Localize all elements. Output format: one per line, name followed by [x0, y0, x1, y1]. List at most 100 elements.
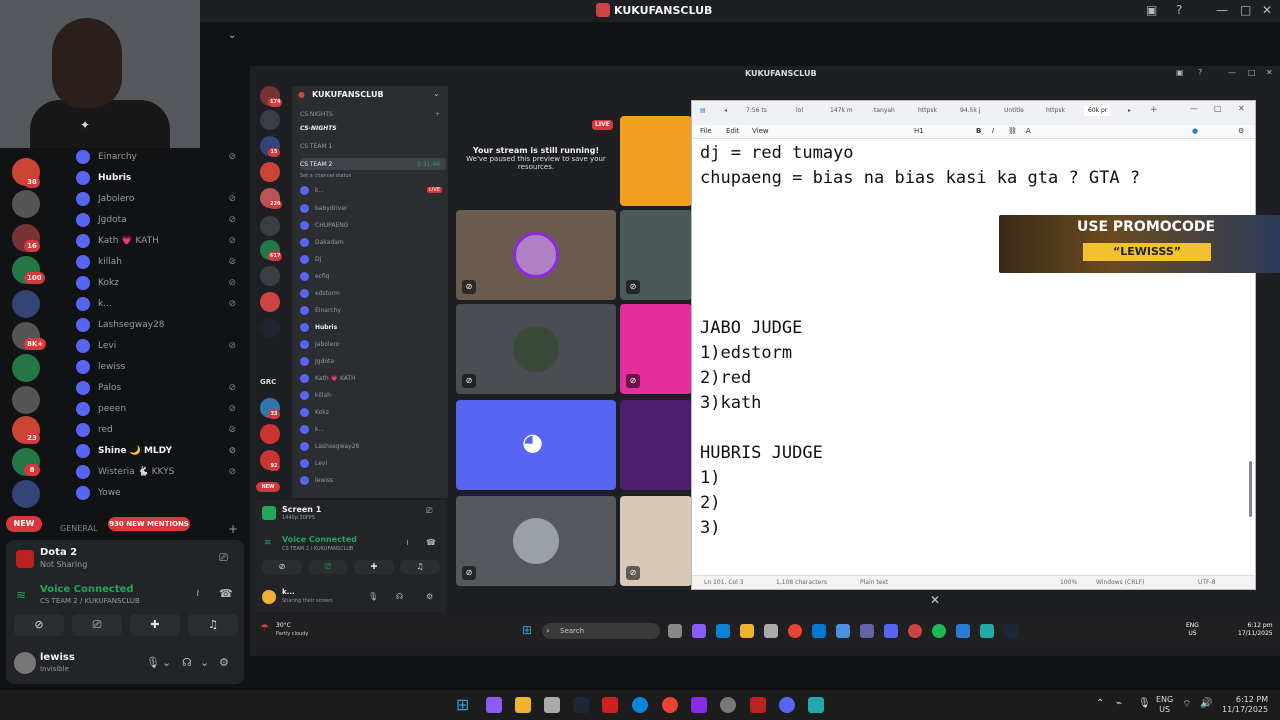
server-grc[interactable]: GRC	[260, 378, 276, 386]
soundboard-button[interactable]: ♫	[188, 614, 238, 636]
member-item[interactable]: Kath 💗 KATH ⊘	[76, 231, 246, 251]
tab[interactable]: Untitle	[1004, 107, 1024, 114]
headphones-icon[interactable]: ☊	[396, 592, 403, 601]
new-badge[interactable]: NEW	[256, 482, 280, 492]
channel-item[interactable]: CS TEAM 1	[300, 140, 446, 152]
voice-member[interactable]: k...	[300, 423, 446, 435]
obs-icon[interactable]	[691, 697, 707, 713]
channel-item[interactable]: CS TEAM 2 3:31:46	[300, 158, 446, 170]
member-item[interactable]: k... ⊘	[76, 294, 246, 314]
back-icon[interactable]: ◂	[724, 107, 727, 114]
member-item[interactable]: Jabolero ⊘	[76, 189, 246, 209]
server-icon[interactable]	[12, 290, 40, 318]
member-item[interactable]: Jgdota ⊘	[76, 210, 246, 230]
copilot-icon[interactable]	[486, 697, 502, 713]
server-icon[interactable]	[12, 190, 40, 218]
channel-status[interactable]: Set a channel status	[300, 170, 446, 182]
avatar[interactable]	[14, 652, 36, 674]
camera-button[interactable]: ⊘	[14, 614, 64, 636]
heading-dropdown[interactable]: H1	[914, 127, 924, 135]
chrome-icon[interactable]	[662, 697, 678, 713]
voice-member[interactable]: Hubris	[300, 321, 446, 333]
tab[interactable]: 7:56 ts	[746, 107, 767, 114]
maximize-button[interactable]: □	[1214, 104, 1222, 113]
minimize-button[interactable]: —	[1216, 3, 1228, 17]
maximize-button[interactable]: □	[1240, 3, 1251, 17]
channel-general[interactable]: GENERAL	[60, 524, 97, 533]
video-tile[interactable]: ⊘	[456, 496, 616, 586]
edge-icon[interactable]	[716, 624, 730, 638]
language-indicator[interactable]: ENG US	[1156, 695, 1173, 715]
screen-share-button[interactable]: ⎚	[308, 560, 348, 574]
tab[interactable]: lol	[796, 107, 803, 114]
voice-member[interactable]: Dj	[300, 253, 446, 265]
server-icon[interactable]	[12, 386, 40, 414]
store-icon[interactable]	[544, 697, 560, 713]
server-icon[interactable]	[260, 216, 280, 236]
camera-button[interactable]: ⊘	[262, 560, 302, 574]
server-icon[interactable]	[260, 162, 280, 182]
volume-icon[interactable]: 🔊	[1200, 698, 1212, 709]
member-item[interactable]: Levi ⊘	[76, 336, 246, 356]
clock[interactable]: 6:12 PM 11/17/2025	[1222, 695, 1268, 715]
voice-member[interactable]: babydriver	[300, 202, 446, 214]
app-icon[interactable]	[808, 697, 824, 713]
windows-start-icon[interactable]: ⊞	[522, 623, 532, 637]
voice-member[interactable]: CHUPAENG	[300, 219, 446, 231]
member-item[interactable]: Yowe	[76, 483, 246, 503]
voice-member[interactable]: killah	[300, 389, 446, 401]
close-button[interactable]: ✕	[1262, 3, 1272, 17]
server-icon[interactable]	[260, 318, 280, 338]
windows-start-icon[interactable]: ⊞	[456, 695, 469, 714]
language-indicator[interactable]: ENG US	[1186, 622, 1199, 638]
add-icon[interactable]: +	[435, 111, 440, 118]
help-icon[interactable]: ?	[1198, 68, 1202, 77]
app-icon[interactable]	[836, 624, 850, 638]
tab[interactable]: httpsk	[918, 107, 937, 114]
voice-member[interactable]: Jgdota	[300, 355, 446, 367]
chrome-icon[interactable]	[788, 624, 802, 638]
clear-format-icon[interactable]: A	[1026, 127, 1031, 135]
soundboard-button[interactable]: ♫	[400, 560, 440, 574]
valorant-icon[interactable]	[750, 697, 766, 713]
activities-button[interactable]: ✚	[130, 614, 180, 636]
app-icon[interactable]	[908, 624, 922, 638]
server-icon[interactable]	[260, 292, 280, 312]
voice-member[interactable]: Kokz	[300, 406, 446, 418]
link-icon[interactable]: ⛓	[1008, 127, 1017, 135]
notepad-text-area[interactable]: dj = red tumayo chupaeng = bias na bias k…	[700, 141, 1240, 541]
italic-icon[interactable]: I	[992, 127, 994, 135]
video-tile[interactable]	[620, 400, 692, 490]
mic-icon[interactable]: 🎙	[146, 656, 160, 669]
member-item[interactable]: killah ⊘	[76, 252, 246, 272]
member-item[interactable]: Lashsegway28	[76, 315, 246, 335]
network-icon[interactable]: ⌁	[1116, 698, 1122, 709]
menu-view[interactable]: View	[752, 127, 769, 135]
noise-suppression-icon[interactable]: ≀	[406, 538, 409, 547]
add-channel-icon[interactable]: +	[228, 522, 238, 536]
video-tile[interactable]: ⊘	[620, 304, 692, 394]
wifi-icon[interactable]: ⌔	[1182, 698, 1191, 711]
member-item[interactable]: Wisteria 🐇 KKYS ⊘	[76, 462, 246, 482]
video-tile[interactable]: ◕	[456, 400, 616, 490]
forward-icon[interactable]: ▸	[1128, 107, 1131, 114]
tab[interactable]: httpsk	[1046, 107, 1065, 114]
screen-share-button[interactable]: ⎚	[72, 614, 122, 636]
settings-gear-icon[interactable]: ⚙	[1238, 127, 1244, 135]
video-tile[interactable]: ⊘	[456, 304, 616, 394]
settings-gear-icon[interactable]: ⚙	[426, 592, 433, 601]
member-item[interactable]: Einarchy ⊘	[76, 147, 246, 167]
voice-member[interactable]: Lashsegway28	[300, 440, 446, 452]
mic-icon[interactable]: 🎙	[368, 592, 378, 601]
store-icon[interactable]	[764, 624, 778, 638]
member-item[interactable]: Shine 🌙 MLDY ⊘	[76, 441, 246, 461]
steam-icon[interactable]	[1004, 624, 1018, 638]
chevron-down-icon[interactable]: ⌄	[228, 30, 236, 41]
minimize-button[interactable]: —	[1228, 68, 1236, 77]
voice-member[interactable]: Levi	[300, 457, 446, 469]
steam-icon[interactable]	[573, 697, 589, 713]
file-explorer-icon[interactable]	[515, 697, 531, 713]
voice-member[interactable]: Dakadam	[300, 236, 446, 248]
spotify-icon[interactable]	[932, 624, 946, 638]
server-icon[interactable]	[260, 266, 280, 286]
